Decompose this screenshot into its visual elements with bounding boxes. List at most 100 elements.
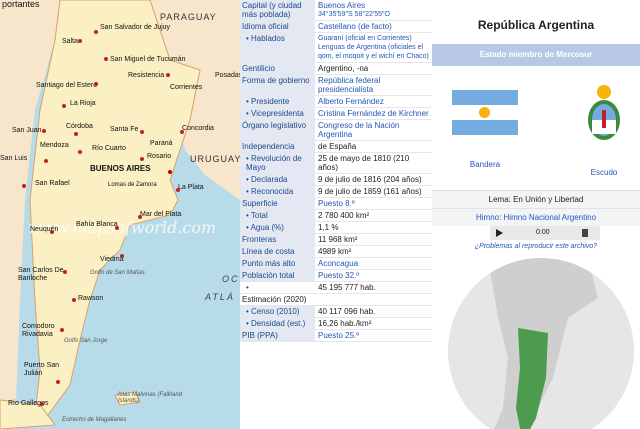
ocean-label-2: ATLÁ xyxy=(205,292,235,302)
city-dot xyxy=(115,226,119,230)
capital-label: BUENOS AIRES xyxy=(90,164,151,173)
label-estimate: Estimación (2020) xyxy=(240,294,315,305)
city-dot xyxy=(140,157,144,161)
time-display: 0:00 xyxy=(536,229,550,236)
row-legislature: Órgano legislativo Congreso de la Nación… xyxy=(240,120,432,141)
label-gdp: PIB (PPA) xyxy=(240,330,315,341)
label-vice: • Vicepresidenta xyxy=(240,108,315,119)
label-government: Forma de gobierno xyxy=(240,75,315,95)
flag-caption[interactable]: Bandera xyxy=(454,160,516,169)
value-population[interactable]: Puesto 32.º xyxy=(315,270,432,281)
shield-icon xyxy=(588,85,620,140)
motto-text: Lema: En Unión y Libertad xyxy=(488,195,584,204)
city-dot xyxy=(40,402,44,406)
row-highest: Punto más alto Aconcagua xyxy=(240,258,432,270)
city-concordia: Concordia xyxy=(182,125,214,132)
city-dot xyxy=(104,57,108,61)
value-vice[interactable]: Cristina Fernández de Kirchner xyxy=(315,108,432,119)
label-area-total: • Total xyxy=(240,210,315,221)
city-neuquen: Neuquén xyxy=(30,226,59,233)
value-declared: 9 de julio de 1816 (204 años) xyxy=(318,175,422,184)
label-president: • Presidente xyxy=(240,96,315,107)
value-estimate xyxy=(315,294,432,305)
sea-magallanes: Estrecho de Magallanes xyxy=(62,417,127,423)
value-demonym: Argentino, -na xyxy=(318,64,369,73)
row-vice: • Vicepresidenta Cristina Fernández de K… xyxy=(240,108,432,120)
city-dot xyxy=(44,159,48,163)
problems-link[interactable]: ¿Problemas al reproducir este archivo? xyxy=(432,243,640,250)
value-highest[interactable]: Aconcagua xyxy=(315,258,432,269)
row-water: • Agua (%) 1,1 % xyxy=(240,222,432,234)
shield-caption[interactable]: Escudo xyxy=(580,168,628,177)
value-area[interactable]: Puesto 8.º xyxy=(315,198,432,209)
row-area: Superficie Puesto 8.º xyxy=(240,198,432,210)
city-dot xyxy=(180,130,184,134)
anthem-link[interactable]: Himno: Himno Nacional Argentino xyxy=(476,213,596,222)
city-salta: Salta xyxy=(62,38,78,45)
city-tucuman: San Miguel de Tucumán xyxy=(110,56,186,63)
row-language: Idioma oficial Castellano (de facto) xyxy=(240,21,432,33)
row-borders: Fronteras 11 968 km² xyxy=(240,234,432,246)
value-president[interactable]: Alberto Fernández xyxy=(315,96,432,107)
city-rawson: Rawson xyxy=(78,295,104,302)
city-dot xyxy=(166,73,170,77)
row-declared: • Declarada 9 de julio de 1816 (204 años… xyxy=(240,174,432,186)
value-legislature[interactable]: Congreso de la Nación Argentina xyxy=(315,120,432,140)
value-language[interactable]: Castellano (de facto) xyxy=(315,21,432,32)
row-recognized: • Reconocida 9 de julio de 1859 (161 año… xyxy=(240,186,432,198)
city-cordoba: Córdoba xyxy=(66,123,93,130)
capital-link[interactable]: Buenos Aires xyxy=(318,1,429,10)
row-area-total: • Total 2 780 400 km² xyxy=(240,210,432,222)
country-title: República Argentina xyxy=(477,18,595,32)
city-rosario: Rosario xyxy=(147,153,172,160)
label-census: • Censo (2010) xyxy=(240,306,315,317)
city-la-plata: La Plata xyxy=(178,184,204,191)
city-santa-fe: Santa Fe xyxy=(110,126,139,133)
city-san-julian: Puerto San Julián xyxy=(24,362,60,377)
label-pop-bullet: • xyxy=(240,282,315,293)
ocean-label-1: OCÉ xyxy=(222,274,240,284)
sea-san-matias: Golfo de San Matías xyxy=(90,270,145,276)
label-paraguay: PARAGUAY xyxy=(160,12,217,22)
row-estimate: Estimación (2020) xyxy=(240,294,432,306)
city-dot xyxy=(42,129,46,133)
row-census: • Censo (2010) 40 117 096 hab. xyxy=(240,306,432,318)
play-icon[interactable] xyxy=(496,229,503,237)
value-spoken[interactable]: Guaraní (oficial en Corrientes) Lenguas … xyxy=(315,33,432,62)
city-san-juan: San Juan xyxy=(12,127,42,134)
city-dot xyxy=(22,184,26,188)
city-san-rafael: San Rafael xyxy=(35,180,70,187)
row-demonym: Gentilicio Argentino, -na xyxy=(240,63,432,75)
anthem-row: Himno: Himno Nacional Argentino xyxy=(432,208,640,226)
value-density: 16,26 hab./km² xyxy=(318,319,372,328)
row-revolution: • Revolución de Mayo 25 de mayo de 1810 … xyxy=(240,153,432,174)
city-dot xyxy=(94,82,98,86)
row-coast: Línea de costa 4989 km² xyxy=(240,246,432,258)
sea-malvinas: Islas Malvinas (Falkland Islands) xyxy=(118,392,183,404)
value-pop: 45 195 777 hab. xyxy=(318,283,376,292)
city-rio-cuarto: Río Cuarto xyxy=(92,145,126,152)
orthographic-map[interactable] xyxy=(448,258,634,429)
city-dot xyxy=(138,215,142,219)
shield-image[interactable] xyxy=(582,82,626,144)
city-jujuy: San Salvador de Jujuy xyxy=(100,24,171,31)
coordinates-link[interactable]: 34°35′59″S 58°22′55″O xyxy=(318,10,429,19)
city-dot xyxy=(120,254,124,258)
value-independence: de España xyxy=(318,142,357,151)
value-gdp[interactable]: Puesto 25.º xyxy=(315,330,432,341)
sun-icon xyxy=(479,107,490,118)
city-bahia-blanca: Bahía Blanca xyxy=(76,221,118,228)
mercosur-band[interactable]: Estado miembro de Mercosur xyxy=(432,44,640,66)
flag-image[interactable] xyxy=(452,90,518,135)
country-summary-panel: República Argentina Estado miembro de Me… xyxy=(432,0,640,429)
volume-icon[interactable] xyxy=(582,229,588,237)
label-capital: Capital (y ciudad más poblada) xyxy=(240,0,315,20)
infobox-table: Capital (y ciudad más poblada) Buenos Ai… xyxy=(240,0,432,429)
label-highest: Punto más alto xyxy=(240,258,315,269)
globe-shapes xyxy=(488,258,598,429)
value-capital: Buenos Aires 34°35′59″S 58°22′55″O xyxy=(315,0,432,20)
motto-row: Lema: En Unión y Libertad xyxy=(432,190,640,208)
value-government[interactable]: República federal presidencialista xyxy=(315,75,432,95)
city-bariloche: San Carlos De Bariloche xyxy=(18,267,64,282)
row-capital: Capital (y ciudad más poblada) Buenos Ai… xyxy=(240,0,432,21)
